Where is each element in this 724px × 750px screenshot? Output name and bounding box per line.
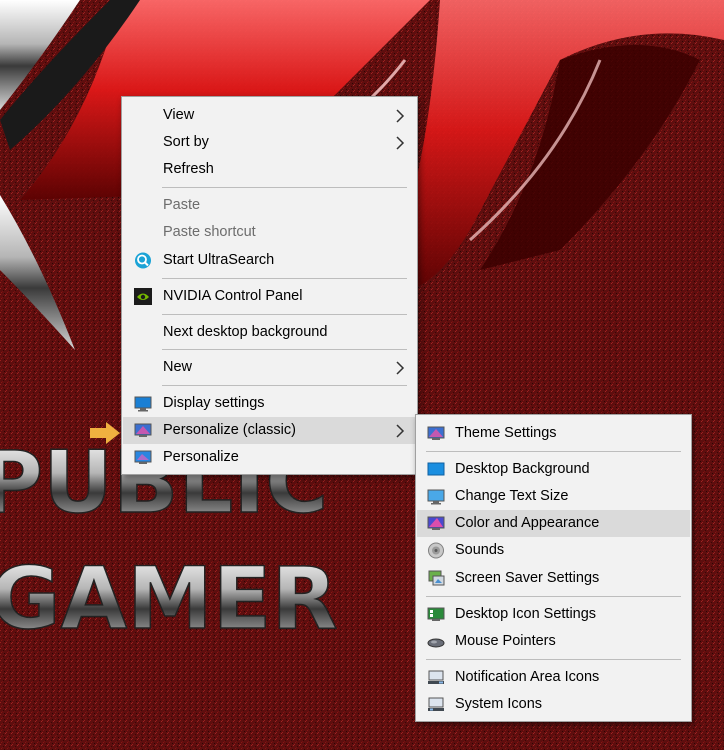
theme-icon <box>427 426 445 440</box>
submenu-item-color-and-appearance[interactable]: Color and Appearance <box>417 510 690 537</box>
menu-item-paste-shortcut: Paste shortcut <box>123 219 416 246</box>
menu-item-label: New <box>163 359 193 375</box>
color-icon <box>427 516 445 530</box>
ultrasearch-icon <box>135 252 151 269</box>
menu-item-label: Refresh <box>163 161 214 177</box>
chevron-right-icon <box>396 136 405 150</box>
menu-item-label: Paste <box>163 197 201 213</box>
submenu-item-label: Screen Saver Settings <box>455 570 600 586</box>
submenu-item-system-icons[interactable]: System Icons <box>417 691 690 718</box>
submenu-item-mouse-pointers[interactable]: Mouse Pointers <box>417 628 690 655</box>
submenu-item-label: Change Text Size <box>455 488 569 504</box>
submenu-item-theme-settings[interactable]: Theme Settings <box>417 420 690 447</box>
menu-item-label: Next desktop background <box>163 324 328 340</box>
menu-item-personalize[interactable]: Personalize <box>123 444 416 471</box>
menu-separator <box>162 349 407 350</box>
submenu-item-label: Desktop Background <box>455 461 590 477</box>
chevron-right-icon <box>396 424 405 438</box>
menu-item-label: Paste shortcut <box>163 224 256 240</box>
menu-item-display-settings[interactable]: Display settings <box>123 390 416 417</box>
submenu-item-screen-saver-settings[interactable]: Screen Saver Settings <box>417 565 690 592</box>
personalize-classic-submenu: Theme Settings Desktop Background Change… <box>415 414 692 722</box>
menu-item-personalize-classic[interactable]: Personalize (classic) <box>123 417 416 444</box>
menu-item-new[interactable]: New <box>123 354 416 381</box>
system-icons-icon <box>428 697 444 711</box>
chevron-right-icon <box>396 109 405 123</box>
pointer-arrow-icon <box>90 422 120 444</box>
submenu-item-desktop-background[interactable]: Desktop Background <box>417 456 690 483</box>
menu-item-sort-by[interactable]: Sort by <box>123 129 416 156</box>
chevron-right-icon <box>396 361 405 375</box>
menu-item-label: NVIDIA Control Panel <box>163 288 303 304</box>
menu-item-next-desktop-background[interactable]: Next desktop background <box>123 319 416 346</box>
menu-item-label: View <box>163 107 195 123</box>
menu-item-label: Display settings <box>163 395 265 411</box>
submenu-item-sounds[interactable]: Sounds <box>417 537 690 564</box>
submenu-item-label: Notification Area Icons <box>455 669 600 685</box>
menu-item-paste: Paste <box>123 192 416 219</box>
menu-separator <box>162 278 407 279</box>
personalize-classic-icon <box>134 423 152 437</box>
menu-separator <box>426 596 681 597</box>
nvidia-icon <box>134 288 152 305</box>
display-icon <box>134 396 152 412</box>
menu-item-refresh[interactable]: Refresh <box>123 156 416 183</box>
menu-separator <box>426 451 681 452</box>
screensaver-icon <box>428 570 445 586</box>
notification-icon <box>428 670 444 684</box>
menu-separator <box>162 314 407 315</box>
menu-separator <box>162 187 407 188</box>
submenu-item-notification-area-icons[interactable]: Notification Area Icons <box>417 664 690 691</box>
submenu-item-label: Theme Settings <box>455 425 557 441</box>
submenu-item-desktop-icon-settings[interactable]: Desktop Icon Settings <box>417 601 690 628</box>
menu-item-start-ultrasearch[interactable]: Start UltraSearch <box>123 247 416 274</box>
menu-item-label: Sort by <box>163 134 209 150</box>
monitor-icon <box>427 489 445 505</box>
menu-item-nvidia-control-panel[interactable]: NVIDIA Control Panel <box>123 283 416 310</box>
menu-separator <box>426 659 681 660</box>
desktop-background-icon <box>427 462 445 476</box>
submenu-item-label: Sounds <box>455 542 505 558</box>
desktop-icons-icon <box>427 607 445 621</box>
menu-separator <box>162 385 407 386</box>
menu-item-view[interactable]: View <box>123 102 416 129</box>
mouse-icon <box>427 638 445 648</box>
personalize-icon <box>134 450 152 464</box>
submenu-item-label: System Icons <box>455 696 543 712</box>
submenu-item-label: Desktop Icon Settings <box>455 606 597 622</box>
menu-item-label: Start UltraSearch <box>163 252 275 268</box>
submenu-item-label: Mouse Pointers <box>455 633 556 649</box>
speaker-icon <box>428 542 444 559</box>
menu-item-label: Personalize (classic) <box>163 422 296 438</box>
wallpaper-text-gamer: GAMER <box>0 549 338 649</box>
submenu-item-change-text-size[interactable]: Change Text Size <box>417 483 690 510</box>
menu-item-label: Personalize <box>163 449 239 465</box>
submenu-item-label: Color and Appearance <box>455 515 600 531</box>
desktop-context-menu: View Sort by Refresh Paste Paste shortcu… <box>121 96 418 475</box>
